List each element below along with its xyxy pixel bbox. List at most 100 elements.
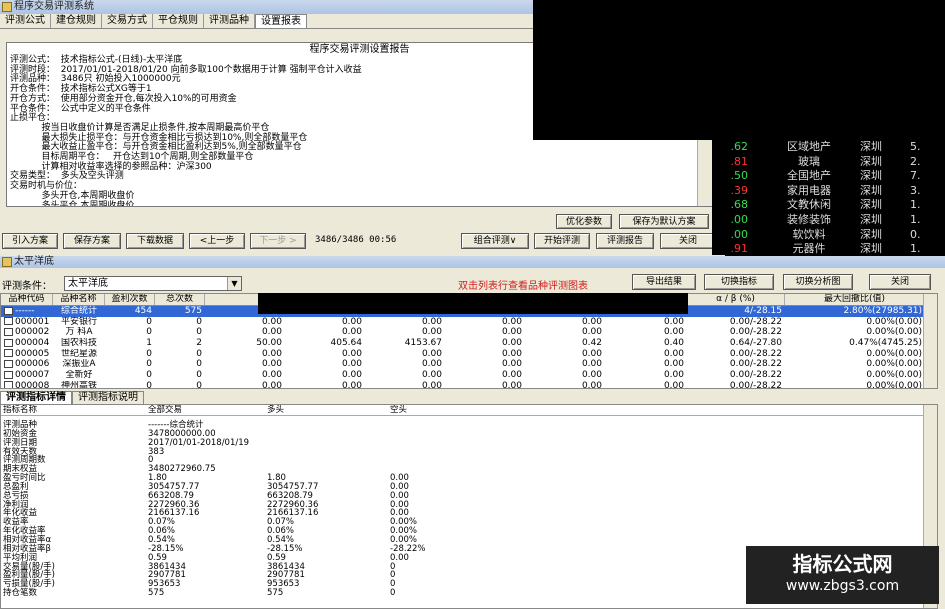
redacted-area — [533, 0, 945, 140]
tab-trade-mode[interactable]: 交易方式 — [102, 14, 153, 28]
detail-cell: 0 — [390, 570, 396, 581]
save-default-button[interactable]: 保存为默认方案 — [619, 214, 709, 229]
table-cell: 000004 — [1, 338, 53, 349]
test-report-button[interactable]: 评测报告 — [596, 233, 654, 249]
table-row[interactable]: 000007 全新好 0 0 0.00 0.00 0.00 0.00 0.00 0.00 0.00/… — [1, 370, 937, 381]
row-checkbox[interactable] — [4, 349, 13, 358]
column-header[interactable]: α / β (%) — [687, 294, 785, 305]
table-cell: 0.00%(0.00) — [866, 348, 922, 359]
table-row[interactable]: 000002 万 科A 0 0 0.00 0.00 0.00 0.00 0.00 0.00 0.00… — [1, 327, 937, 338]
row-checkbox[interactable] — [4, 338, 13, 347]
save-scheme-button[interactable]: 保存方案 — [63, 233, 121, 249]
table-cell: 全新好 — [65, 370, 93, 381]
close-button[interactable]: 关闭 — [660, 233, 716, 249]
table-cell: 0.00 — [341, 316, 362, 327]
stock-row[interactable]: .68 文教休闲 深圳 1. — [712, 198, 945, 213]
table-cell: 0.00 — [341, 359, 362, 370]
detail-row: 收益率 0.07% 0.07% 0.00% — [1, 518, 937, 527]
switch-indicator-button[interactable]: 切换指标 — [704, 274, 774, 290]
stock-value: 1. — [910, 198, 921, 212]
tab-formula[interactable]: 评测公式 — [0, 14, 51, 28]
detail-cell — [263, 448, 385, 457]
table-row[interactable]: 000005 世纪星源 0 0 0.00 0.00 0.00 0.00 0.00 0.00 0.00… — [1, 349, 937, 360]
optimize-params-button[interactable]: 优化参数 — [556, 214, 612, 229]
condition-label: 评测条件： — [2, 281, 52, 292]
column-header[interactable]: 总次数 — [155, 294, 205, 305]
tab-indicator-details[interactable]: 评测指标详情 — [0, 391, 72, 404]
stock-row[interactable]: .91 元器件 深圳 1. — [712, 242, 945, 255]
stock-value: 2. — [910, 154, 921, 168]
stock-region: 深圳 — [860, 227, 882, 241]
stock-row[interactable]: .50 全国地产 深圳 7. — [712, 169, 945, 184]
results-scrollbar[interactable] — [923, 294, 937, 388]
table-cell: 0.00 — [261, 370, 282, 381]
detail-row: 总亏损 663208.79 663208.79 0.00 — [1, 491, 937, 501]
detail-cell: 0.00 — [390, 552, 409, 563]
row-checkbox[interactable] — [4, 381, 13, 388]
table-cell: 0.00/-28.22 — [729, 348, 782, 359]
stock-sector: 软饮料 — [792, 227, 826, 241]
tab-report-settings[interactable]: 设置报表 — [255, 14, 307, 28]
condition-select[interactable]: 太平洋底 ▼ — [64, 276, 242, 291]
table-cell: 万 科A — [65, 327, 93, 338]
table-cell: 神州高铁 — [60, 380, 97, 389]
switch-chart-button[interactable]: 切换分析图 — [783, 274, 853, 290]
stock-region: 深圳 — [860, 212, 882, 226]
table-cell: 0 — [196, 359, 202, 370]
row-checkbox[interactable] — [4, 359, 13, 368]
table-cell: 0.00 — [421, 327, 442, 338]
table-cell: 0.47%(4745.25) — [849, 338, 922, 349]
table-cell: 0 — [146, 348, 152, 359]
download-data-button[interactable]: 下载数据 — [126, 233, 184, 249]
result-close-button[interactable]: 关闭 — [869, 274, 931, 290]
table-cell: 0.00 — [421, 316, 442, 327]
tab-indicator-explain[interactable]: 评测指标说明 — [72, 391, 144, 404]
stock-region: 深圳 — [860, 198, 882, 212]
table-row[interactable]: 000004 国农科技 1 2 50.00 405.64 4153.67 0.00 0.42 0.… — [1, 338, 937, 349]
stock-row[interactable]: .00 软饮料 深圳 0. — [712, 228, 945, 243]
row-checkbox[interactable] — [4, 370, 13, 379]
row-checkbox[interactable] — [4, 327, 13, 336]
row-checkbox[interactable] — [4, 306, 13, 315]
stock-change: .39 — [730, 183, 749, 197]
detail-row: 盈亏时间比 1.80 1.80 0.00 — [1, 474, 937, 483]
stock-row[interactable]: .81 玻璃 深圳 2. — [712, 155, 945, 170]
table-cell: 0 — [196, 348, 202, 359]
tab-open-rules[interactable]: 建仓规则 — [51, 14, 102, 28]
table-cell: 0.42 — [581, 338, 602, 349]
detail-cell — [263, 421, 385, 430]
export-results-button[interactable]: 导出结果 — [632, 274, 696, 290]
table-cell: 000005 — [1, 349, 53, 360]
results-table-body: ------ 综合统计 454 575 4/-28.15 2.80%(27985.31) 0… — [1, 306, 937, 389]
detail-cell: 0 — [390, 588, 396, 599]
table-row[interactable]: 000006 深振业A 0 0 0.00 0.00 0.00 0.00 0.00 0.00 0.00… — [1, 359, 937, 370]
column-header[interactable]: 品种代码 — [1, 294, 53, 305]
detail-cell — [385, 421, 525, 430]
combo-test-button[interactable]: 组合评测∨ — [461, 233, 529, 249]
row-checkbox[interactable] — [4, 317, 13, 326]
prev-step-button[interactable]: <上一步 — [189, 233, 245, 249]
detail-cell: 持仓笔数 — [3, 588, 38, 599]
tab-close-rules[interactable]: 平仓规则 — [153, 14, 204, 28]
column-header[interactable]: 盈利次数 — [105, 294, 155, 305]
table-cell: 0.00 — [581, 380, 602, 389]
stock-list-background: .62 区域地产 深圳 5. .81 玻璃 深圳 2. .50 全国地产 深圳 7.… — [712, 140, 945, 255]
start-test-button[interactable]: 开始评测 — [534, 233, 590, 249]
table-row[interactable]: 000008 神州高铁 0 0 0.00 0.00 0.00 0.00 0.00 0.00 0.00… — [1, 380, 937, 389]
stock-row[interactable]: .39 家用电器 深圳 3. — [712, 184, 945, 199]
next-step-button[interactable]: 下一步 > — [250, 233, 306, 249]
table-row[interactable]: 000001 平安银行 0 0 0.00 0.00 0.00 0.00 0.00 0.00 0.00… — [1, 317, 937, 328]
tab-instruments[interactable]: 评测品种 — [204, 14, 255, 28]
detail-row: 有效天数 383 — [1, 447, 937, 457]
stock-sector: 家用电器 — [787, 183, 831, 197]
stock-row[interactable]: .62 区域地产 深圳 5. — [712, 140, 945, 155]
site-watermark: 指标公式网 www.zbgs3.com — [746, 546, 939, 604]
stock-row[interactable]: .00 装修装饰 深圳 1. — [712, 213, 945, 228]
column-header[interactable]: 品种名称 — [53, 294, 105, 305]
import-scheme-button[interactable]: 引入方案 — [2, 233, 58, 249]
table-cell: 0 — [146, 327, 152, 338]
table-cell: 0.00 — [581, 359, 602, 370]
detail-cell: 575 — [267, 588, 284, 599]
stock-sector: 文教休闲 — [787, 198, 831, 212]
column-header[interactable]: 最大回撤比(值) — [785, 294, 925, 305]
